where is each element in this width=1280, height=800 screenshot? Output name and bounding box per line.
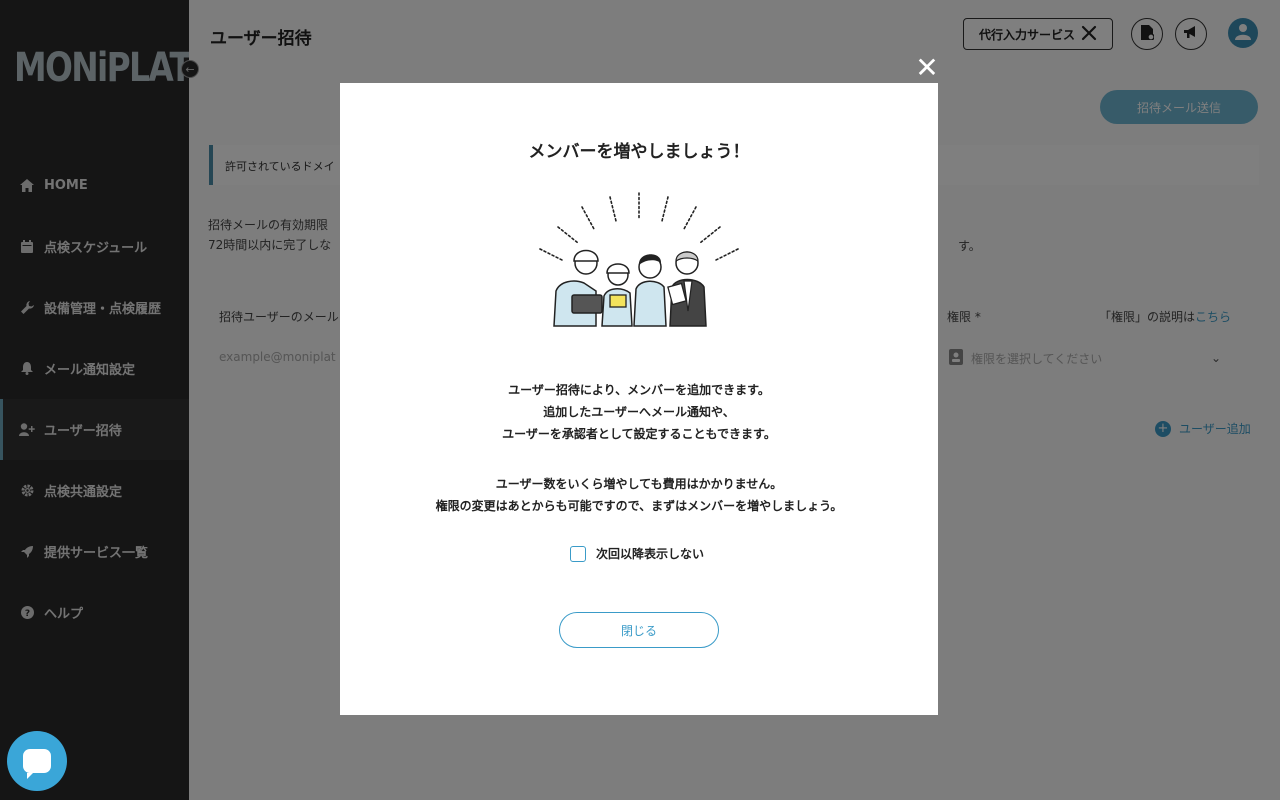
modal-body-text-2: ユーザー数をいくら増やしても費用はかかりません。 権限の変更はあとからも可能です… <box>340 473 938 517</box>
team-illustration <box>534 191 744 331</box>
modal-close-icon[interactable]: ✕ <box>914 54 940 82</box>
modal-body-text-1: ユーザー招待により、メンバーを追加できます。 追加したユーザーへメール通知や、 … <box>340 379 938 445</box>
modal-text-line: ユーザー招待により、メンバーを追加できます。 <box>508 383 770 397</box>
modal-title: メンバーを増やしましょう！ <box>528 142 750 162</box>
invite-promo-modal: メンバーを増やしましょう！ ユーザー招待により、メンバーを追加できます。 追加し… <box>340 83 938 715</box>
dont-show-again-row[interactable]: 次回以降表示しない <box>570 545 704 562</box>
modal-text-line: ユーザー数をいくら増やしても費用はかかりません。 <box>495 477 783 491</box>
chat-bubble-icon <box>23 749 51 779</box>
modal-text-line: ユーザーを承認者として設定することもできます。 <box>502 427 776 441</box>
close-button[interactable]: 閉じる <box>559 612 719 648</box>
chat-button[interactable] <box>7 731 67 791</box>
modal-text-line: 追加したユーザーへメール通知や、 <box>543 405 735 419</box>
dont-show-again-checkbox[interactable] <box>570 545 586 562</box>
dont-show-again-label: 次回以降表示しない <box>596 547 705 561</box>
modal-text-line: 権限の変更はあとからも可能ですので、まずはメンバーを増やしましょう。 <box>435 499 843 513</box>
